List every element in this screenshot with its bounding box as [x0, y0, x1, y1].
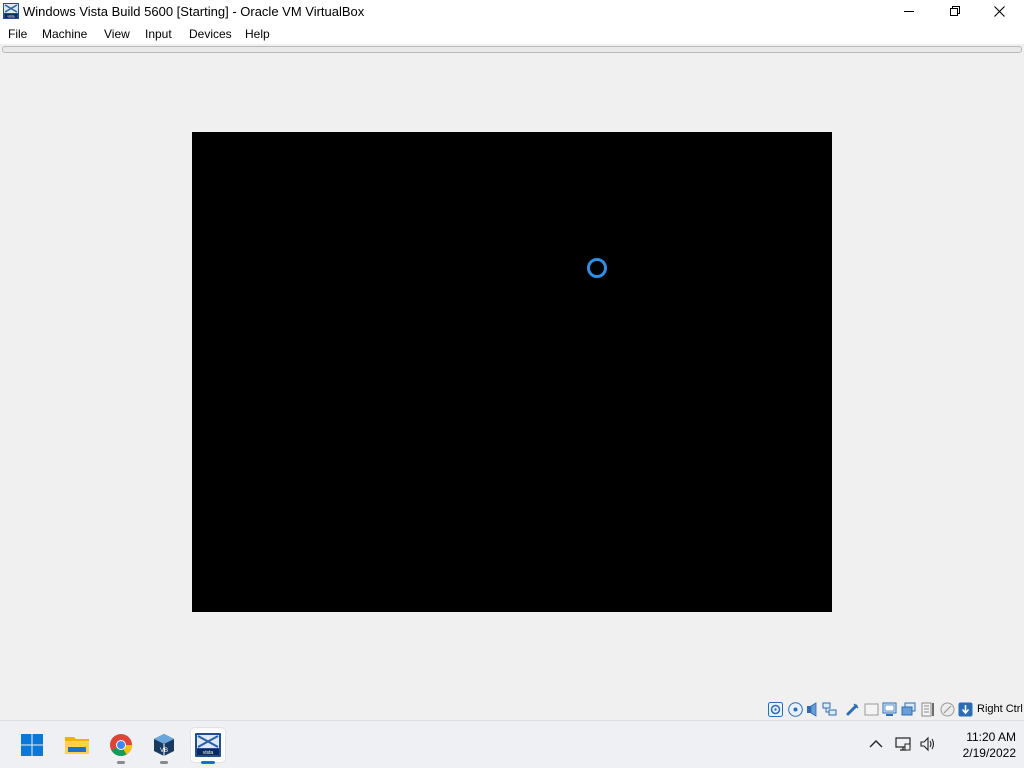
network-icon[interactable]	[894, 735, 912, 753]
display-icon[interactable]	[882, 702, 897, 717]
chrome-icon	[110, 734, 132, 756]
network-icon[interactable]	[822, 702, 837, 717]
file-explorer-icon	[65, 737, 89, 754]
taskbar-vista-vm[interactable]: vista	[191, 728, 225, 764]
toolbar-strip	[2, 46, 1022, 53]
close-icon	[993, 5, 1005, 17]
start-button[interactable]	[15, 728, 49, 762]
taskbar-file-explorer[interactable]	[60, 728, 94, 762]
mouse-integration-icon[interactable]	[940, 702, 955, 717]
running-indicator	[160, 761, 168, 764]
svg-text:vista: vista	[203, 750, 214, 756]
system-clock[interactable]: 11:20 AM 2/19/2022	[942, 729, 1016, 761]
running-indicator	[117, 761, 125, 764]
taskbar-virtualbox[interactable]: VB	[147, 728, 181, 764]
restore-button[interactable]	[932, 0, 978, 22]
clock-time: 11:20 AM	[966, 730, 1016, 744]
close-button[interactable]	[976, 0, 1022, 22]
virtualbox-icon: VB	[154, 734, 174, 756]
vm-status-bar: Right Ctrl	[0, 700, 1024, 720]
loading-spinner-icon	[587, 258, 607, 278]
chevron-up-icon[interactable]	[867, 735, 885, 753]
clock-date: 2/19/2022	[962, 746, 1016, 760]
video-capture-icon[interactable]	[901, 702, 916, 717]
menu-file[interactable]: File	[8, 27, 27, 41]
host-key-label: Right Ctrl	[977, 703, 1023, 715]
menu-help[interactable]: Help	[245, 27, 270, 41]
svg-text:vista: vista	[7, 15, 14, 19]
shared-folders-icon[interactable]	[864, 702, 879, 717]
volume-icon[interactable]	[919, 735, 937, 753]
start-icon	[21, 734, 43, 756]
restore-icon	[950, 6, 960, 16]
menu-view[interactable]: View	[104, 27, 130, 41]
keyboard-capture-icon[interactable]	[958, 702, 973, 717]
taskbar: VB vista 11:20 AM 2/19/2022	[0, 720, 1024, 768]
svg-text:VB: VB	[160, 748, 168, 754]
cpu-icon[interactable]	[920, 702, 935, 717]
active-indicator	[201, 761, 215, 764]
minimize-icon	[904, 11, 914, 12]
menu-bar: File Machine View Input Devices Help	[0, 22, 1024, 44]
taskbar-chrome[interactable]	[104, 728, 138, 764]
menu-devices[interactable]: Devices	[189, 27, 232, 41]
vm-display[interactable]	[192, 132, 832, 612]
usb-icon[interactable]	[845, 702, 860, 717]
hard-disk-icon[interactable]	[768, 702, 783, 717]
window-title: Windows Vista Build 5600 [Starting] - Or…	[23, 4, 365, 19]
menu-machine[interactable]: Machine	[42, 27, 87, 41]
vista-vm-icon: vista	[195, 733, 221, 757]
minimize-button[interactable]	[886, 0, 932, 22]
audio-icon[interactable]	[806, 702, 821, 717]
optical-drive-icon[interactable]	[788, 702, 803, 717]
vista-vm-icon: vista	[3, 3, 19, 19]
menu-input[interactable]: Input	[145, 27, 172, 41]
title-bar[interactable]: vista Windows Vista Build 5600 [Starting…	[0, 0, 1024, 22]
